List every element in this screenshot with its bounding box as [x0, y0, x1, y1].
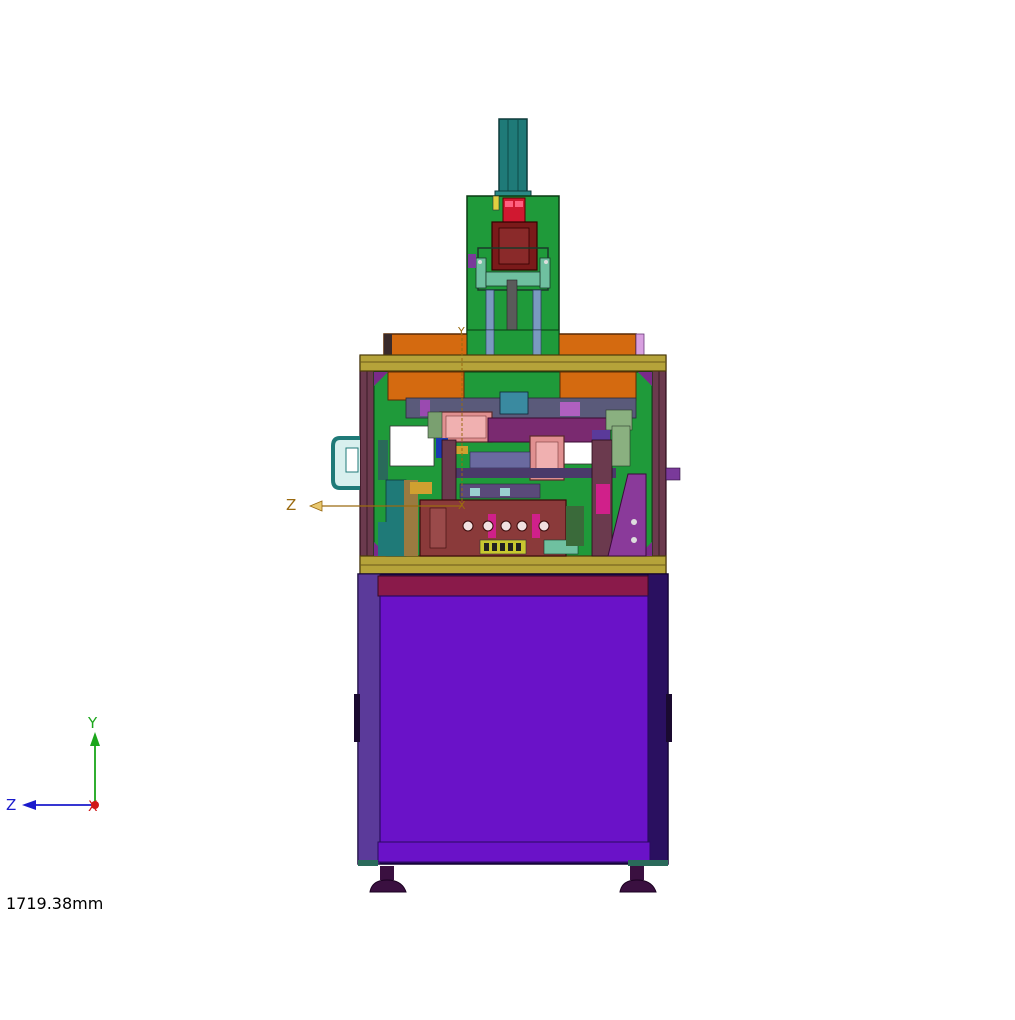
cad-viewport[interactable]: Z Y X Y Z X 1719.38mm: [0, 0, 1015, 1015]
model-axis-z-label: Z: [286, 496, 297, 514]
machine-model[interactable]: [0, 0, 1015, 1015]
top-actuator: [494, 118, 532, 202]
scale-readout: 1719.38mm: [6, 894, 104, 913]
model-axis-y-label: Y: [458, 325, 465, 338]
base-cabinet: [354, 573, 672, 866]
triad-x-label: X: [88, 799, 98, 815]
triad-z-label: Z: [6, 796, 17, 814]
triad-y-label: Y: [88, 714, 98, 732]
model-axis-x-label: X: [458, 499, 466, 512]
leveling-feet: [369, 866, 657, 893]
